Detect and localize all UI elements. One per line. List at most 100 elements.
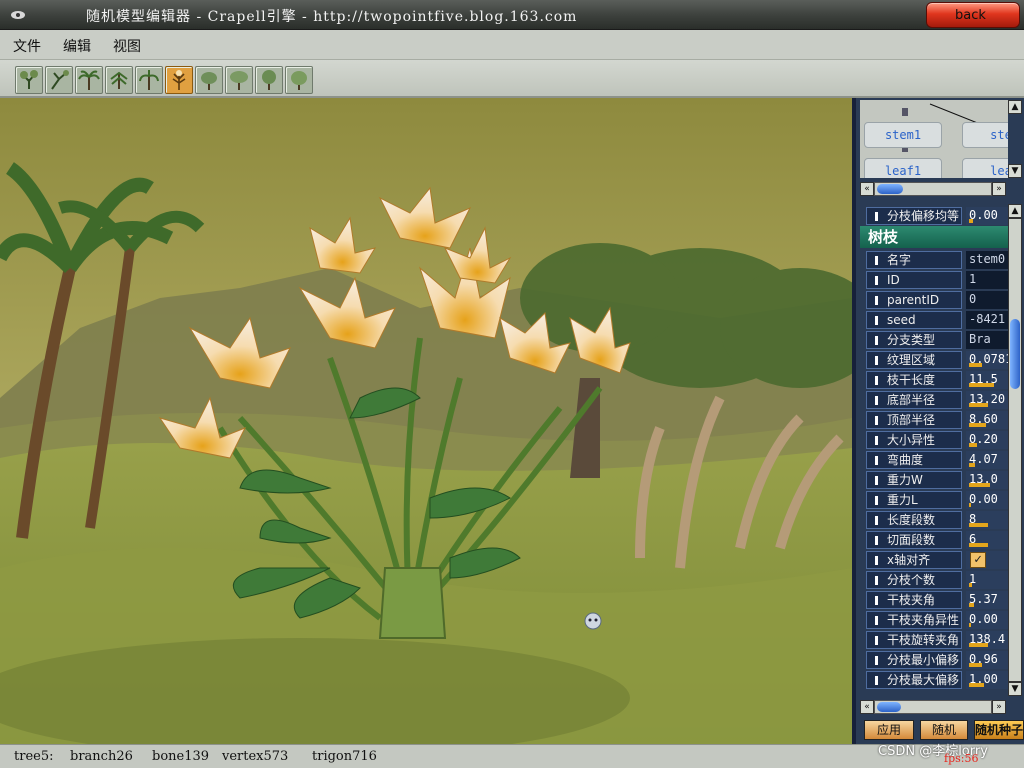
tree-shrub3-icon[interactable]: [255, 66, 283, 94]
prop-row: 干枝旋转夹角 138.4: [860, 630, 1008, 650]
node-scroll-up-icon[interactable]: ▲: [1008, 100, 1022, 114]
prop-value[interactable]: 5.37: [966, 591, 1008, 609]
prop-row: 纹理区域0.0781: [860, 350, 1008, 370]
props-scroll-up-icon[interactable]: ▲: [1008, 204, 1022, 218]
node-scroll-down-icon[interactable]: ▼: [1008, 164, 1022, 178]
branch-properties: 名字 stem0 ID 1 parentID 0 seed -8421 分支类型 Bra 纹理区域 0…: [860, 250, 1008, 694]
tree-shrub-icon[interactable]: [195, 66, 223, 94]
prop-row-offset-even: 分枝偏移均等 0.00: [860, 206, 1008, 226]
random-seed-button[interactable]: 随机种子: [974, 720, 1024, 740]
prop-label: 纹理区域: [866, 351, 962, 369]
prop-label: 分支类型: [866, 331, 962, 349]
prop-value[interactable]: 1: [966, 571, 1008, 589]
prop-label: 分枝最大偏移: [866, 671, 962, 689]
prop-value[interactable]: 0.00: [966, 611, 1008, 629]
prop-row: 分支类型 Bra: [860, 330, 1008, 350]
prop-value[interactable]: 0: [966, 291, 1008, 309]
props-vscroll-thumb[interactable]: [1010, 319, 1020, 389]
status-bar: tree5: branch26 bone139 vertex573 trigon…: [0, 744, 1024, 768]
props-scroll-right-icon[interactable]: »: [992, 700, 1006, 714]
prop-value[interactable]: 0.00: [966, 207, 1008, 225]
prop-label: 重力W: [866, 471, 962, 489]
tree-palm2-icon[interactable]: [135, 66, 163, 94]
prop-value[interactable]: 11.5: [966, 371, 1008, 389]
node-stem2[interactable]: ste: [962, 122, 1008, 148]
prop-value[interactable]: 1: [966, 271, 1008, 289]
prop-value[interactable]: ✓: [966, 551, 1008, 569]
prop-value[interactable]: 138.4: [966, 631, 1008, 649]
prop-value[interactable]: 0.20: [966, 431, 1008, 449]
props-scroll-down-icon[interactable]: ▼: [1008, 682, 1022, 696]
status-trigon: trigon716: [312, 749, 377, 764]
checkbox-icon[interactable]: ✓: [970, 552, 986, 568]
prop-value[interactable]: -8421: [966, 311, 1008, 329]
tree-branch-icon[interactable]: [45, 66, 73, 94]
section-header-branch: 树枝: [860, 226, 1008, 248]
status-branch: branch26: [70, 749, 133, 764]
node-hscroll-thumb[interactable]: [877, 184, 903, 194]
status-bone: bone139: [152, 749, 210, 764]
tree-shrub4-icon[interactable]: [285, 66, 313, 94]
node-leaf1[interactable]: leaf1: [864, 158, 942, 178]
prop-value[interactable]: stem0: [966, 251, 1008, 269]
app-eye-icon[interactable]: [10, 8, 26, 22]
props-vscrollbar[interactable]: [1008, 218, 1022, 682]
node-hscrollbar[interactable]: [874, 182, 992, 196]
node-leaf2[interactable]: lea: [962, 158, 1008, 178]
prop-value[interactable]: 0.0781: [966, 351, 1008, 369]
node-scroll-right-icon[interactable]: »: [992, 182, 1006, 196]
back-button-label: back: [955, 8, 986, 23]
prop-label: 长度段数: [866, 511, 962, 529]
apply-button[interactable]: 应用: [864, 720, 914, 740]
prop-value[interactable]: 0.00: [966, 491, 1008, 509]
prop-label: 底部半径: [866, 391, 962, 409]
fps-counter: fps:56: [944, 752, 979, 765]
back-button[interactable]: back: [926, 2, 1020, 28]
prop-row: parentID 0: [860, 290, 1008, 310]
3d-viewport[interactable]: [0, 98, 852, 744]
prop-value[interactable]: 6: [966, 531, 1008, 549]
menu-file[interactable]: 文件: [13, 36, 41, 56]
props-hscrollbar[interactable]: [874, 700, 992, 714]
prop-value[interactable]: 8.60: [966, 411, 1008, 429]
prop-row: ID 1: [860, 270, 1008, 290]
prop-label: x轴对齐: [866, 551, 962, 569]
prop-label: 弯曲度: [866, 451, 962, 469]
toolbar: [0, 60, 1024, 98]
tree-shrub2-icon[interactable]: [225, 66, 253, 94]
node-graph[interactable]: stem1 ste leaf1 lea: [860, 100, 1008, 178]
prop-label: 分枝偏移均等: [866, 207, 962, 225]
prop-row: 长度段数 8: [860, 510, 1008, 530]
tree-pine-icon[interactable]: [105, 66, 133, 94]
menu-view[interactable]: 视图: [113, 36, 141, 56]
props-scroll-left-icon[interactable]: «: [860, 700, 874, 714]
prop-value[interactable]: 0.96: [966, 651, 1008, 669]
tree-bush-icon[interactable]: [15, 66, 43, 94]
prop-value[interactable]: 13.0: [966, 471, 1008, 489]
prop-value[interactable]: 4.07: [966, 451, 1008, 469]
prop-label: 切面段数: [866, 531, 962, 549]
tree-palm-icon[interactable]: [75, 66, 103, 94]
prop-row: 切面段数 6: [860, 530, 1008, 550]
menu-edit[interactable]: 编辑: [63, 36, 91, 56]
props-hscroll-thumb[interactable]: [877, 702, 901, 712]
prop-label: 干枝夹角: [866, 591, 962, 609]
prop-row: 分枝最大偏移 1.00: [860, 670, 1008, 690]
prop-value[interactable]: 13.20: [966, 391, 1008, 409]
prop-label: seed: [866, 311, 962, 329]
tree-fern-icon[interactable]: [165, 66, 193, 94]
prop-label: 枝干长度: [866, 371, 962, 389]
prop-row: 顶部半径 8.60: [860, 410, 1008, 430]
prop-label: 干枝夹角异性: [866, 611, 962, 629]
prop-label: 顶部半径: [866, 411, 962, 429]
prop-label: 重力L: [866, 491, 962, 509]
prop-value[interactable]: 8: [966, 511, 1008, 529]
prop-value[interactable]: Bra: [966, 331, 1008, 349]
random-button[interactable]: 随机: [920, 720, 968, 740]
node-stem1[interactable]: stem1: [864, 122, 942, 148]
status-vertex: vertex573: [222, 749, 289, 764]
node-scroll-left-icon[interactable]: «: [860, 182, 874, 196]
prop-value[interactable]: 1.00: [966, 671, 1008, 689]
status-tree: tree5:: [14, 749, 54, 764]
prop-row: 重力L 0.00: [860, 490, 1008, 510]
